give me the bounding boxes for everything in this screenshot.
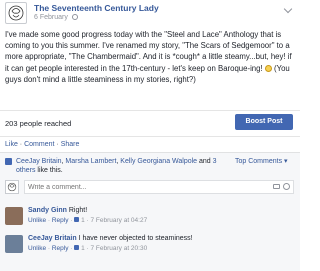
- top-comments-dropdown[interactable]: Top Comments ▾: [235, 157, 288, 166]
- comment-text: Right!: [68, 207, 88, 214]
- reply-link[interactable]: Reply: [52, 245, 69, 252]
- comment-author[interactable]: CeeJay Britain: [28, 235, 77, 242]
- comment-meta: Unlike · Reply · 1 · 7 February at 04:27: [28, 217, 148, 224]
- sticker-icon[interactable]: [283, 183, 290, 190]
- thumbs-up-icon: [74, 217, 80, 222]
- feedback-section: CeeJay Britain, Marsha Lambert, Kelly Ge…: [0, 152, 300, 271]
- post-header: The Seventeenth Century Lady 6 February: [0, 0, 300, 28]
- reply-link[interactable]: Reply: [52, 217, 69, 224]
- comment-body: Sandy Ginn Right!: [28, 206, 293, 215]
- top-comments-label: Top Comments: [235, 158, 283, 165]
- comment-like-count: 1: [81, 245, 85, 252]
- comment-time[interactable]: 7 February at 04:27: [90, 217, 147, 224]
- camera-icon[interactable]: [273, 184, 280, 189]
- comment-text: I have never objected to steaminess!: [78, 235, 193, 242]
- liker-name[interactable]: CeeJay Britain: [16, 158, 62, 165]
- page-avatar[interactable]: [5, 2, 27, 24]
- smile-emoji-icon: [264, 64, 272, 72]
- post-date-text: 6 February: [34, 14, 68, 21]
- crest-icon: [8, 5, 24, 21]
- likes-summary: CeeJay Britain, Marsha Lambert, Kelly Ge…: [5, 157, 295, 175]
- unlike-link[interactable]: Unlike: [28, 217, 46, 224]
- separator: ·: [56, 141, 59, 148]
- chevron-down-icon[interactable]: [283, 4, 293, 14]
- comment-composer: [5, 180, 295, 194]
- avatar[interactable]: [5, 207, 23, 225]
- thumbs-up-icon: [74, 245, 80, 250]
- comment-body: CeeJay Britain I have never objected to …: [28, 234, 293, 243]
- boost-post-button[interactable]: Boost Post: [235, 114, 293, 130]
- post-date[interactable]: 6 February: [34, 14, 78, 21]
- people-reached[interactable]: 203 people reached: [5, 119, 71, 128]
- liker-name[interactable]: Marsha Lambert: [65, 158, 116, 165]
- unlike-link[interactable]: Unlike: [28, 245, 46, 252]
- liker-name[interactable]: Kelly Georgiana Walpole: [120, 158, 197, 165]
- share-link[interactable]: Share: [61, 141, 80, 148]
- likes-and: and: [199, 158, 211, 165]
- comment-input[interactable]: [24, 180, 294, 194]
- post-text: I've made some good progress today with …: [5, 29, 297, 85]
- page-name[interactable]: The Seventeenth Century Lady: [34, 3, 159, 13]
- post-text-main: I've made some good progress today with …: [5, 30, 292, 73]
- likes-text: CeeJay Britain, Marsha Lambert, Kelly Ge…: [16, 158, 217, 174]
- post-actions: Like · Comment · Share: [0, 136, 300, 152]
- likes-suffix: like this.: [37, 167, 63, 174]
- comment-meta: Unlike · Reply · 1 · 7 February at 20:30: [28, 245, 148, 252]
- thumbs-up-icon: [5, 158, 12, 165]
- reach-bar: 203 people reached Boost Post: [0, 110, 300, 135]
- avatar[interactable]: [5, 235, 23, 253]
- comment-author[interactable]: Sandy Ginn: [28, 207, 67, 214]
- comment-time[interactable]: 7 February at 20:30: [90, 245, 147, 252]
- avatar: [5, 180, 19, 194]
- comment-like-count: 1: [81, 217, 85, 224]
- crest-icon: [7, 182, 17, 192]
- separator: ·: [19, 141, 23, 148]
- comment-link[interactable]: Comment: [24, 141, 54, 148]
- globe-icon: [71, 14, 78, 20]
- like-link[interactable]: Like: [5, 141, 18, 148]
